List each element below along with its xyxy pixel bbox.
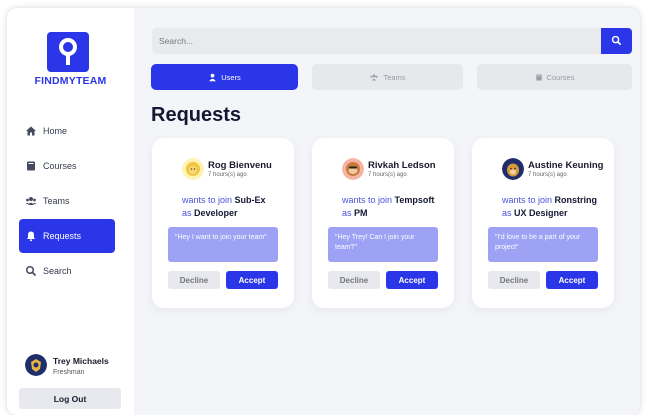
monkey-avatar-icon <box>342 158 364 180</box>
request-message: "Hey I want to join your team" <box>168 227 278 262</box>
search-button[interactable] <box>601 28 632 54</box>
requester-name: Austine Keuning <box>528 160 604 171</box>
sidebar-item-label: Teams <box>43 196 70 206</box>
role-name: Developer <box>194 208 238 218</box>
sidebar-item-home[interactable]: Home <box>19 114 115 148</box>
users-icon <box>370 74 379 80</box>
bell-icon <box>27 231 35 242</box>
request-message: "Hey Trey! Can I join your team?" <box>328 227 438 262</box>
user-avatar-icon <box>25 354 47 376</box>
avatar <box>25 354 47 376</box>
team-name: Sub-Ex <box>234 195 266 205</box>
decline-button[interactable]: Decline <box>488 271 540 289</box>
sidebar-item-label: Home <box>43 126 68 136</box>
tab-label: Users <box>221 72 241 82</box>
request-message: "I'd love to be a part of your project" <box>488 227 598 262</box>
request-card: Rog Bienvenu 7 hours(s) ago wants to joi… <box>152 138 294 308</box>
sidebar-item-teams[interactable]: Teams <box>19 184 115 218</box>
team-name: Ronstring <box>554 195 598 205</box>
current-user-name: Trey Michaels <box>53 356 109 366</box>
search-icon <box>25 265 37 277</box>
tab-label: Courses <box>546 72 575 82</box>
requester-name: Rivkah Ledson <box>368 160 436 171</box>
tab-courses[interactable]: Courses <box>477 64 632 90</box>
decline-button[interactable]: Decline <box>168 271 220 289</box>
sidebar-item-label: Courses <box>43 161 77 171</box>
logout-button[interactable]: Log Out <box>19 388 121 409</box>
request-team-line: wants to join Tempsoft <box>342 195 435 205</box>
users-icon <box>25 197 37 205</box>
request-card: Rivkah Ledson 7 hours(s) ago wants to jo… <box>312 138 454 308</box>
request-time: 7 hours(s) ago <box>528 172 567 178</box>
accept-button[interactable]: Accept <box>546 271 598 289</box>
tab-teams[interactable]: Teams <box>312 64 463 90</box>
current-user-role: Freshman <box>53 369 85 376</box>
tab-label: Teams <box>383 72 406 82</box>
requester-name: Rog Bienvenu <box>208 160 272 171</box>
request-role-line: as UX Designer <box>502 208 568 218</box>
request-card: Austine Keuning 7 hours(s) ago wants to … <box>472 138 614 308</box>
lion-avatar-icon <box>182 158 204 180</box>
avatar <box>342 158 364 180</box>
sidebar-item-courses[interactable]: Courses <box>19 149 115 183</box>
role-name: PM <box>354 208 368 218</box>
search-icon <box>611 35 622 45</box>
tab-users[interactable]: Users <box>151 64 298 90</box>
decline-button[interactable]: Decline <box>328 271 380 289</box>
app-window: FINDMYTEAM Home Courses Teams Requests S… <box>7 8 640 415</box>
sidebar-item-requests[interactable]: Requests <box>19 219 115 253</box>
magnifier-logo-icon <box>59 38 77 65</box>
sidebar-item-label: Search <box>43 266 72 276</box>
brand-name: FINDMYTEAM <box>34 75 107 87</box>
page-title: Requests <box>151 104 242 126</box>
sidebar-item-label: Requests <box>43 231 82 241</box>
team-name: Tempsoft <box>394 195 435 205</box>
book-icon <box>27 161 35 171</box>
request-role-line: as PM <box>342 208 368 218</box>
request-time: 7 hours(s) ago <box>208 172 247 178</box>
role-name: UX Designer <box>514 208 568 218</box>
request-team-line: wants to join Ronstring <box>502 195 598 205</box>
sidebar: FINDMYTEAM Home Courses Teams Requests S… <box>7 8 134 415</box>
dog-avatar-icon <box>502 158 524 180</box>
home-icon <box>26 126 36 136</box>
avatar <box>502 158 524 180</box>
accept-button[interactable]: Accept <box>386 271 438 289</box>
request-time: 7 hours(s) ago <box>368 172 407 178</box>
sidebar-item-search[interactable]: Search <box>19 254 115 288</box>
book-icon <box>535 74 542 80</box>
request-team-line: wants to join Sub-Ex <box>182 195 266 205</box>
logo <box>47 32 89 72</box>
search-input[interactable] <box>152 28 601 54</box>
accept-button[interactable]: Accept <box>226 271 278 289</box>
request-role-line: as Developer <box>182 208 238 218</box>
user-icon <box>209 73 217 81</box>
avatar <box>182 158 204 180</box>
